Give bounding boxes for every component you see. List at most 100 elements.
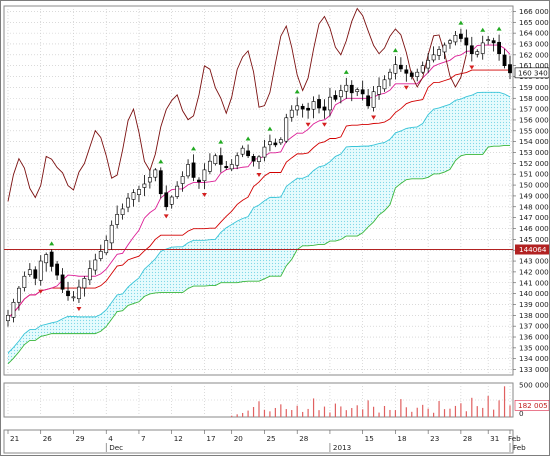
candle xyxy=(180,176,185,184)
volume-bar xyxy=(454,405,457,417)
candle xyxy=(137,189,141,195)
time-tick-label: 20 xyxy=(234,434,244,443)
volume-bar xyxy=(449,408,451,417)
candle xyxy=(328,96,332,111)
price-tick-label: 150 000 xyxy=(519,181,549,190)
candle xyxy=(344,84,349,92)
volume-bar xyxy=(231,415,233,417)
time-tick-label: 31 xyxy=(490,434,499,443)
month-label: 2013 xyxy=(333,443,351,452)
current-price-label: 160 340 xyxy=(518,68,548,77)
candle xyxy=(415,71,420,77)
volume-bar xyxy=(302,411,304,417)
candle xyxy=(38,260,43,281)
time-tick-label: 15 xyxy=(365,434,374,443)
volume-bar xyxy=(460,403,462,417)
candle xyxy=(93,259,98,271)
candle xyxy=(164,192,169,208)
volume-bar xyxy=(471,397,473,417)
volume-bar xyxy=(285,409,287,417)
price-tick-label: 166 000 xyxy=(519,7,549,16)
volume-bar xyxy=(345,410,347,417)
candle xyxy=(251,155,256,162)
candle xyxy=(207,160,212,172)
volume-bar xyxy=(329,412,331,417)
price-tick-label: 133 000 xyxy=(519,365,549,374)
price-tick-label: 155 000 xyxy=(519,126,549,135)
candle xyxy=(82,278,87,289)
candle xyxy=(355,89,360,92)
volume-bar xyxy=(247,410,249,417)
volume-bar xyxy=(280,404,282,417)
candle xyxy=(464,37,469,46)
candle xyxy=(44,254,49,264)
candle xyxy=(491,40,496,44)
candle xyxy=(317,99,321,109)
volume-bar xyxy=(263,409,266,417)
candle xyxy=(382,79,387,90)
price-tick-label: 162 000 xyxy=(519,50,549,59)
candle xyxy=(475,51,480,55)
candle xyxy=(486,39,491,41)
volume-bar xyxy=(362,409,364,417)
volume-bar xyxy=(274,407,276,417)
price-tick-label: 156 000 xyxy=(519,115,549,124)
candle xyxy=(240,147,245,155)
price-axis: 133 000 134 000 135 000136 000 137 000 138 0… xyxy=(513,7,550,374)
candle xyxy=(77,286,81,300)
time-tick-label: 29 xyxy=(75,434,85,443)
candle xyxy=(55,263,60,276)
price-tick-label: 165 000 xyxy=(519,18,549,27)
candle xyxy=(147,177,152,183)
price-tick-label: 143 000 xyxy=(519,257,549,266)
volume-bar xyxy=(433,412,435,417)
candle xyxy=(66,290,70,297)
price-tick-label: 153 000 xyxy=(519,148,549,157)
price-tick-label: 154 000 xyxy=(519,137,549,146)
candle xyxy=(453,35,458,43)
candle xyxy=(131,192,136,200)
volume-bar xyxy=(269,411,271,417)
volume-bar xyxy=(372,406,375,417)
price-tick-label: 136 000 xyxy=(519,333,549,342)
volume-bar xyxy=(323,406,326,417)
candle xyxy=(295,105,300,111)
volume-bar xyxy=(487,395,489,417)
candle xyxy=(502,54,507,66)
candle xyxy=(224,166,229,169)
candle xyxy=(431,54,436,61)
volume-bar xyxy=(318,410,320,417)
price-tick-label: 145 000 xyxy=(519,235,549,244)
volume-tick-label: 500 000 xyxy=(519,381,549,390)
volume-bar xyxy=(476,406,478,417)
volume-bar xyxy=(236,414,238,417)
candle xyxy=(268,141,272,146)
candle xyxy=(377,86,381,95)
candle xyxy=(300,105,305,110)
volume-bar xyxy=(394,410,397,417)
candle xyxy=(398,64,403,70)
time-tick-label: 4 xyxy=(108,434,113,443)
volume-bar xyxy=(242,412,244,417)
volume-bar xyxy=(291,410,293,417)
price-tick-label: 139 000 xyxy=(519,300,549,309)
volume-bar xyxy=(307,408,309,417)
candle xyxy=(388,71,392,80)
candle xyxy=(338,90,343,98)
price-tick-label: 157 000 xyxy=(519,105,549,114)
candle xyxy=(333,95,338,100)
volume-bar xyxy=(411,411,413,417)
candle xyxy=(409,72,414,77)
price-tick-label: 152 000 xyxy=(519,159,549,168)
price-tick-label: 138 000 xyxy=(519,311,549,320)
candle xyxy=(60,274,65,290)
time-tick-label: 26 xyxy=(43,434,53,443)
price-tick-label: 134 000 xyxy=(519,354,549,363)
volume-bar xyxy=(416,407,418,417)
month-label: Dec xyxy=(109,443,123,452)
volume-bar xyxy=(509,405,511,417)
candle xyxy=(17,287,21,303)
price-tick-label: 147 000 xyxy=(519,213,549,222)
price-tick-label: 142 000 xyxy=(519,267,549,276)
candle xyxy=(6,315,10,322)
